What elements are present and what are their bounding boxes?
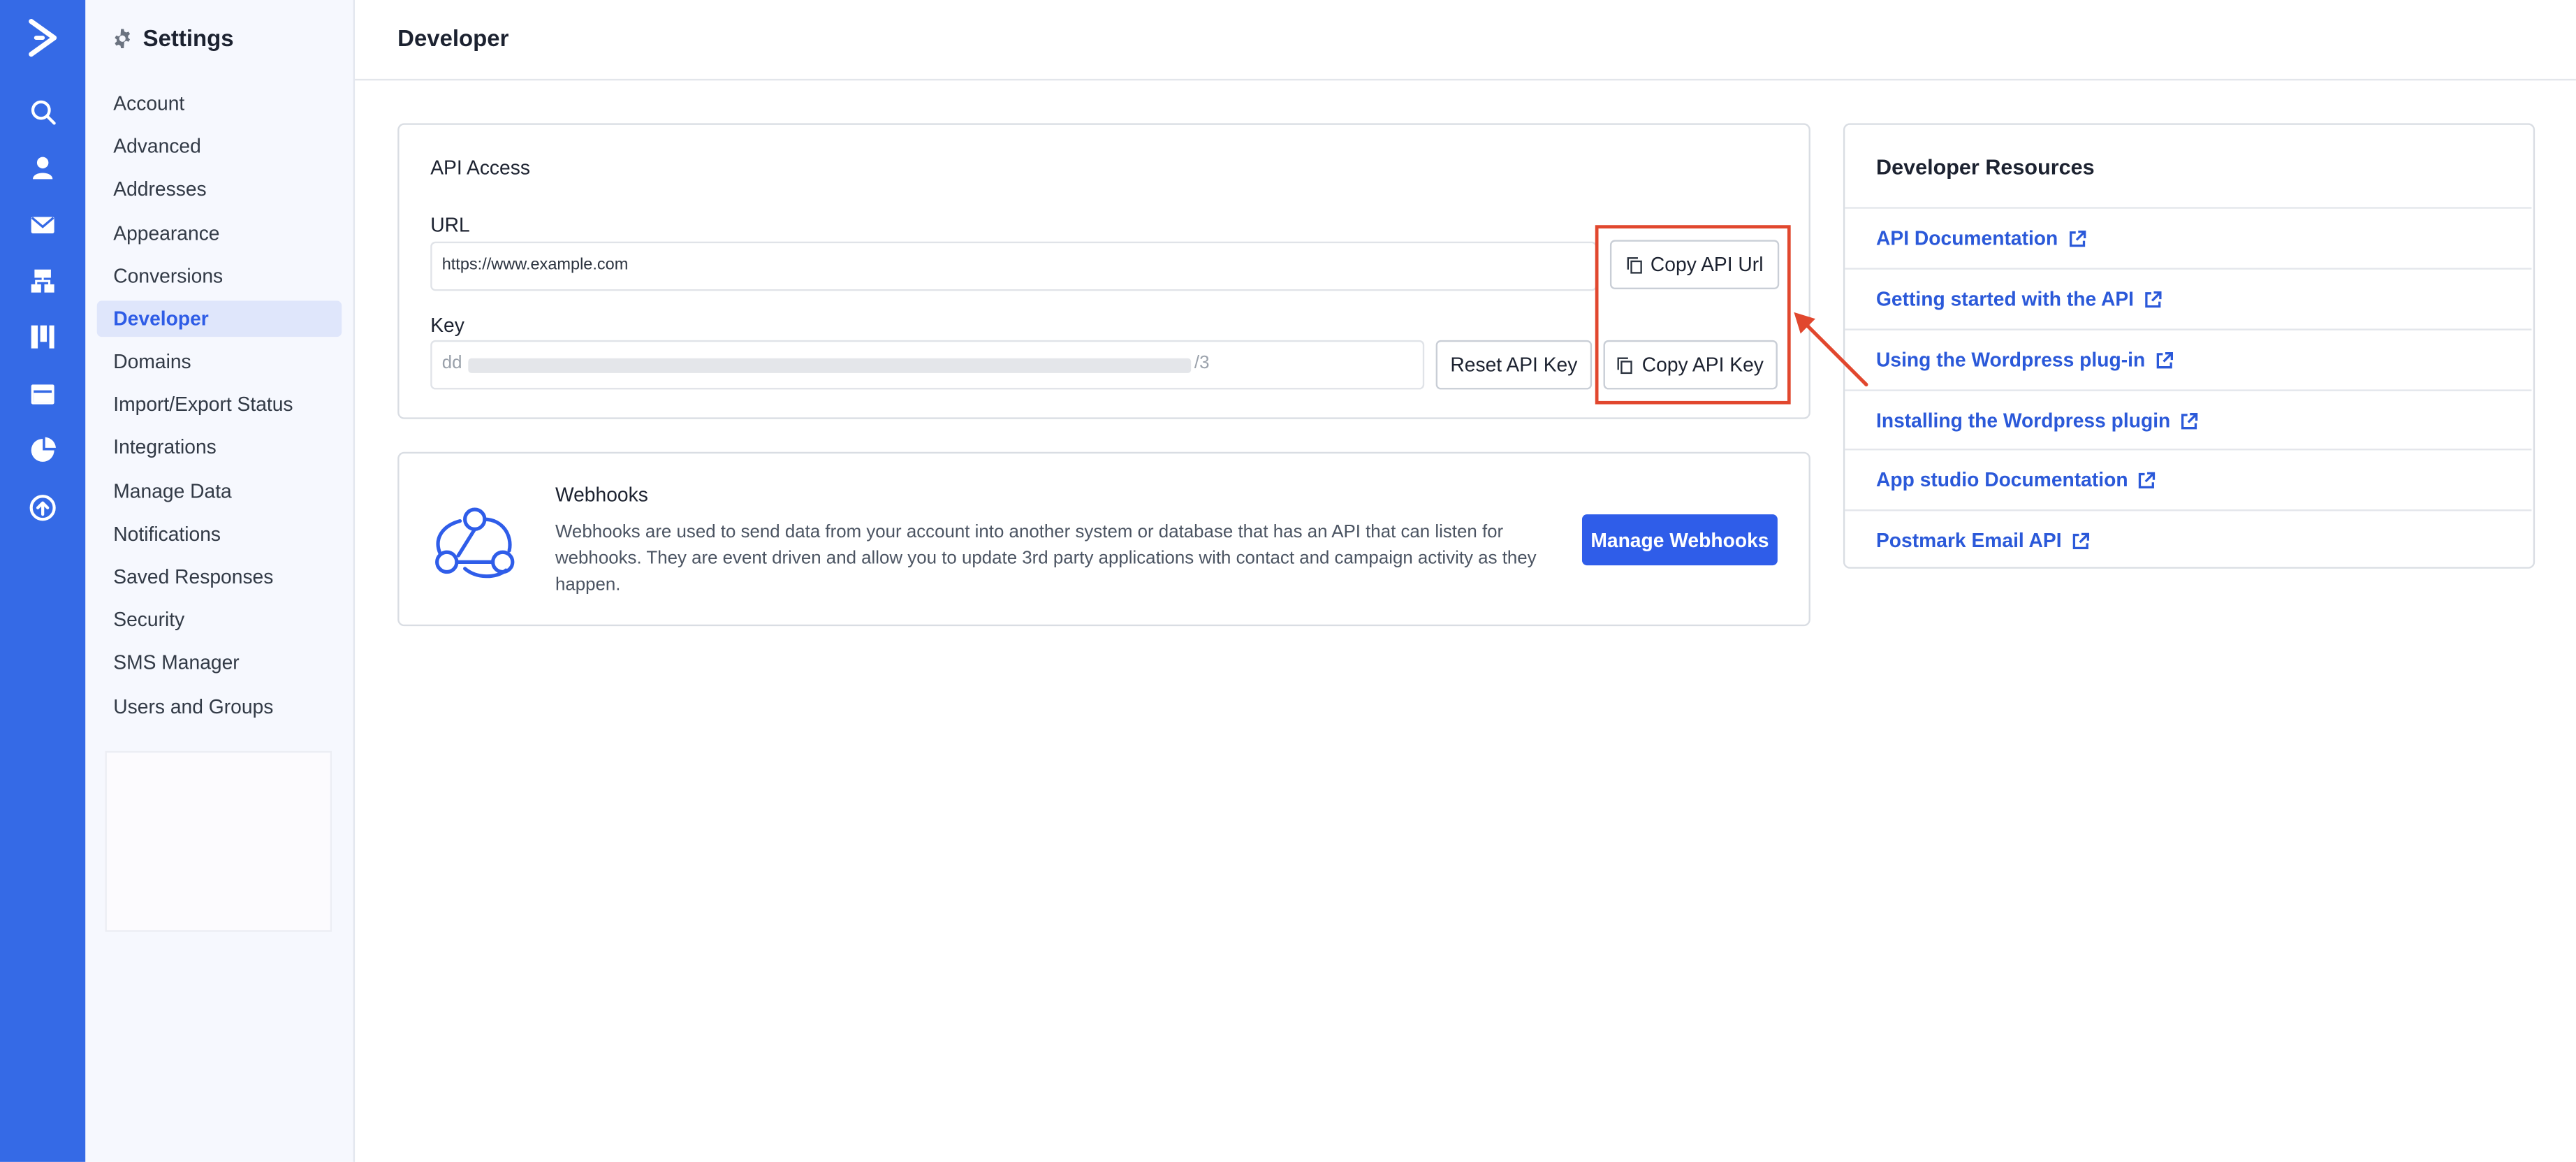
- resource-link-label: Installing the Wordpress plugin: [1875, 409, 2171, 433]
- sidebar-item-sms-manager[interactable]: SMS Manager: [97, 644, 342, 681]
- webhook-icon: [435, 507, 515, 579]
- resources-heading: Developer Resources: [1875, 154, 2095, 180]
- automations-icon[interactable]: [28, 266, 57, 296]
- sidebar-item-developer[interactable]: Developer: [96, 300, 342, 337]
- sidebar-item-advanced[interactable]: Advanced: [97, 128, 342, 164]
- reset-api-key-label: Reset API Key: [1450, 353, 1578, 377]
- contacts-icon[interactable]: [28, 153, 57, 182]
- page-header: Developer: [355, 0, 2576, 81]
- deals-icon[interactable]: [28, 322, 57, 351]
- sidebar-item-addresses[interactable]: Addresses: [97, 171, 342, 208]
- upgrade-icon[interactable]: [28, 493, 57, 523]
- url-label: URL: [430, 213, 470, 237]
- sidebar-item-conversions[interactable]: Conversions: [97, 258, 342, 294]
- key-label: Key: [430, 314, 464, 337]
- sidebar-item-notifications[interactable]: Notifications: [97, 516, 342, 553]
- website-icon[interactable]: [28, 379, 57, 409]
- webhooks-heading: Webhooks: [555, 483, 648, 507]
- search-icon[interactable]: [28, 97, 57, 126]
- settings-header: Settings: [112, 23, 234, 52]
- webhooks-card: Webhooks Webhooks are used to send data …: [397, 451, 1810, 627]
- sidebar-item-import-export-status[interactable]: Import/Export Status: [97, 386, 342, 423]
- manage-webhooks-button[interactable]: Manage Webhooks: [1581, 514, 1778, 566]
- sidebar-item-users-and-groups[interactable]: Users and Groups: [97, 688, 342, 725]
- sidebar-item-account[interactable]: Account: [97, 85, 342, 122]
- resource-link-installing-wordpress[interactable]: Installing the Wordpress plugin: [1845, 389, 2532, 450]
- api-access-heading: API Access: [430, 156, 530, 180]
- external-link-icon: [2072, 532, 2089, 549]
- external-link-icon: [2069, 229, 2086, 247]
- developer-resources-card: Developer Resources API Documentation Ge…: [1843, 123, 2535, 570]
- resource-link-label: Using the Wordpress plug-in: [1875, 348, 2146, 372]
- resource-link-label: App studio Documentation: [1875, 468, 2128, 492]
- external-link-icon: [2181, 412, 2198, 429]
- sidebar-item-appearance[interactable]: Appearance: [97, 215, 342, 252]
- resource-link-wordpress-plug-in[interactable]: Using the Wordpress plug-in: [1845, 328, 2532, 389]
- page-title: Developer: [397, 24, 509, 51]
- external-link-icon: [2156, 351, 2173, 368]
- webhooks-description: Webhooks are used to send data from your…: [555, 522, 1537, 595]
- external-link-icon: [2139, 471, 2156, 488]
- api-key-suffix: /3: [1194, 353, 1210, 373]
- resource-link-api-documentation[interactable]: API Documentation: [1845, 207, 2532, 268]
- api-key-field[interactable]: dd /3: [430, 340, 1425, 390]
- annotation-arrow-icon: [1794, 312, 1868, 386]
- resource-link-label: API Documentation: [1875, 226, 2058, 250]
- sidebar-item-saved-responses[interactable]: Saved Responses: [97, 559, 342, 595]
- api-url-field[interactable]: https://www.example.com: [430, 241, 1597, 291]
- annotation-highlight-box: [1595, 225, 1791, 405]
- reports-icon[interactable]: [28, 435, 57, 465]
- external-link-icon: [2145, 290, 2162, 307]
- resource-link-label: Postmark Email API: [1875, 529, 2062, 553]
- api-key-prefix: dd: [441, 353, 462, 373]
- sidebar-item-domains[interactable]: Domains: [97, 344, 342, 380]
- campaigns-icon[interactable]: [28, 210, 57, 240]
- api-key-redaction: [468, 358, 1192, 373]
- logo-icon[interactable]: [23, 17, 62, 59]
- resource-link-app-studio[interactable]: App studio Documentation: [1845, 449, 2532, 509]
- sidebar-item-security[interactable]: Security: [97, 602, 342, 638]
- resource-link-label: Getting started with the API: [1875, 287, 2135, 311]
- api-url-value: https://www.example.com: [441, 256, 629, 275]
- settings-title: Settings: [142, 24, 234, 51]
- sidebar-item-integrations[interactable]: Integrations: [97, 429, 342, 465]
- sidebar-promo-placeholder: [105, 750, 332, 932]
- reset-api-key-button[interactable]: Reset API Key: [1435, 340, 1593, 390]
- resource-link-postmark-email-api[interactable]: Postmark Email API: [1845, 509, 2532, 570]
- sidebar-item-manage-data[interactable]: Manage Data: [97, 473, 342, 509]
- gear-icon: [115, 28, 131, 48]
- app-nav-rail: [0, 0, 86, 1162]
- resource-link-getting-started[interactable]: Getting started with the API: [1845, 268, 2532, 328]
